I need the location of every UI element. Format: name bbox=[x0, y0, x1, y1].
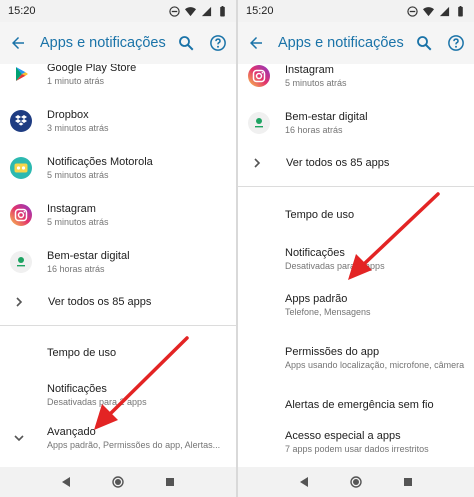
dropbox-icon bbox=[10, 109, 32, 132]
setting-notifications[interactable]: Notificações Desativadas para 2 apps bbox=[238, 237, 474, 281]
digital-wellbeing-icon bbox=[10, 250, 32, 273]
digital-wellbeing-icon bbox=[248, 111, 270, 134]
advanced-section-toggle[interactable]: Avançado Apps padrão, Permissões do app,… bbox=[0, 416, 236, 460]
nav-recents-icon[interactable] bbox=[164, 476, 176, 488]
app-row-digital-wellbeing[interactable]: Bem-estar digital 16 horas atrás bbox=[238, 99, 474, 146]
nav-home-icon[interactable] bbox=[350, 476, 362, 488]
back-arrow-icon bbox=[250, 37, 262, 49]
status-time: 15:20 bbox=[8, 5, 36, 17]
instagram-icon bbox=[10, 203, 32, 226]
app-name: Instagram bbox=[47, 202, 96, 215]
setting-title: Tempo de uso bbox=[285, 209, 355, 221]
search-button[interactable] bbox=[412, 31, 436, 55]
app-name: Bem-estar digital bbox=[285, 110, 368, 123]
right-screenshot: 15:20 Apps e notificações Instagram 5 mi… bbox=[238, 0, 474, 497]
nav-back-icon[interactable] bbox=[60, 476, 72, 488]
see-all-apps-row[interactable]: Ver todos os 85 apps bbox=[0, 285, 236, 319]
page-title: Apps e notificações bbox=[40, 35, 166, 51]
help-icon bbox=[448, 35, 464, 51]
nav-recents-icon[interactable] bbox=[402, 476, 414, 488]
search-icon bbox=[179, 36, 194, 51]
setting-title: Notificações bbox=[285, 247, 345, 259]
app-last-used: 5 minutos atrás bbox=[47, 169, 109, 180]
app-name: Bem-estar digital bbox=[47, 249, 130, 262]
app-name: Instagram bbox=[285, 64, 334, 76]
signal-icon bbox=[201, 6, 212, 16]
app-row-instagram[interactable]: Instagram 5 minutos atrás bbox=[0, 191, 236, 238]
instagram-icon bbox=[248, 64, 270, 87]
search-button[interactable] bbox=[174, 31, 198, 55]
app-row-dropbox[interactable]: Dropbox 3 minutos atrás bbox=[0, 97, 236, 144]
play-store-icon bbox=[10, 64, 32, 85]
see-all-apps-row[interactable]: Ver todos os 85 apps bbox=[238, 146, 474, 180]
app-name: Notificações Motorola bbox=[47, 155, 153, 168]
system-nav-bar bbox=[238, 467, 474, 497]
app-name: Dropbox bbox=[47, 108, 89, 121]
setting-title: Apps padrão bbox=[285, 293, 348, 305]
divider bbox=[0, 325, 236, 326]
setting-app-permissions[interactable]: Permissões do app Apps usando localizaçã… bbox=[238, 329, 474, 387]
app-row-motorola-notifications[interactable]: Notificações Motorola 5 minutos atrás bbox=[0, 144, 236, 191]
setting-title: Alertas de emergência sem fio bbox=[285, 399, 434, 411]
see-all-apps-label: Ver todos os 85 apps bbox=[48, 296, 152, 308]
status-bar: 15:20 bbox=[0, 0, 236, 22]
setting-screen-time[interactable]: Tempo de uso bbox=[238, 193, 474, 237]
wifi-icon bbox=[423, 6, 434, 16]
help-button[interactable] bbox=[206, 31, 230, 55]
help-button[interactable] bbox=[444, 31, 468, 55]
chevron-right-icon bbox=[16, 297, 23, 307]
advanced-title: Avançado bbox=[47, 426, 96, 438]
nav-home-icon[interactable] bbox=[112, 476, 124, 488]
app-row-instagram[interactable]: Instagram 5 minutos atrás bbox=[238, 64, 474, 99]
nav-back-icon[interactable] bbox=[298, 476, 310, 488]
setting-default-apps[interactable]: Apps padrão Telefone, Mensagens bbox=[238, 281, 474, 329]
setting-title: Tempo de uso bbox=[47, 347, 117, 359]
setting-summary: Desativadas para 2 apps bbox=[285, 261, 385, 271]
status-time: 15:20 bbox=[246, 5, 274, 17]
setting-title: Notificações bbox=[47, 383, 107, 395]
wifi-icon bbox=[185, 6, 196, 16]
app-last-used: 5 minutos atrás bbox=[47, 216, 109, 227]
setting-special-app-access[interactable]: Acesso especial a apps 7 apps podem usar… bbox=[238, 423, 474, 461]
setting-summary: Desativadas para 2 apps bbox=[47, 397, 147, 407]
chevron-down-icon bbox=[14, 435, 24, 442]
setting-summary: 7 apps podem usar dados irrestritos bbox=[285, 444, 429, 454]
setting-summary: Apps usando localização, microfone, câme… bbox=[285, 360, 465, 370]
motorola-icon bbox=[10, 156, 32, 179]
app-last-used: 16 horas atrás bbox=[47, 263, 105, 274]
advanced-summary: Apps padrão, Permissões do app, Alertas.… bbox=[47, 440, 221, 450]
app-row-google-play-store[interactable]: Google Play Store 1 minuto atrás bbox=[0, 64, 236, 97]
chevron-right-icon bbox=[254, 158, 261, 168]
battery-icon bbox=[220, 5, 225, 17]
app-last-used: 3 minutos atrás bbox=[47, 122, 109, 133]
app-last-used: 16 horas atrás bbox=[285, 124, 343, 135]
signal-icon bbox=[439, 6, 450, 16]
dnd-icon bbox=[407, 5, 418, 17]
back-button[interactable] bbox=[244, 31, 268, 55]
system-nav-bar bbox=[0, 467, 236, 497]
search-icon bbox=[417, 36, 432, 51]
setting-emergency-alerts[interactable]: Alertas de emergência sem fio bbox=[238, 387, 474, 423]
setting-title: Acesso especial a apps bbox=[285, 430, 401, 442]
back-arrow-icon bbox=[12, 37, 24, 49]
app-last-used: 1 minuto atrás bbox=[47, 75, 105, 86]
see-all-apps-label: Ver todos os 85 apps bbox=[286, 157, 390, 169]
app-toolbar: Apps e notificações bbox=[238, 22, 474, 64]
status-bar: 15:20 bbox=[238, 0, 474, 22]
app-toolbar: Apps e notificações bbox=[0, 22, 236, 64]
help-icon bbox=[210, 35, 226, 51]
app-last-used: 5 minutos atrás bbox=[285, 77, 347, 88]
left-screenshot: 15:20 Apps e notificações Google Play St… bbox=[0, 0, 236, 497]
battery-icon bbox=[458, 5, 463, 17]
app-row-digital-wellbeing[interactable]: Bem-estar digital 16 horas atrás bbox=[0, 238, 236, 285]
setting-notifications[interactable]: Notificações Desativadas para 2 apps bbox=[0, 374, 236, 416]
setting-screen-time[interactable]: Tempo de uso bbox=[0, 332, 236, 374]
setting-summary: Telefone, Mensagens bbox=[285, 307, 371, 317]
dnd-icon bbox=[169, 5, 180, 17]
page-title: Apps e notificações bbox=[278, 35, 404, 51]
app-name: Google Play Store bbox=[47, 64, 137, 74]
divider bbox=[238, 186, 474, 187]
back-button[interactable] bbox=[6, 31, 30, 55]
setting-title: Permissões do app bbox=[285, 346, 380, 358]
